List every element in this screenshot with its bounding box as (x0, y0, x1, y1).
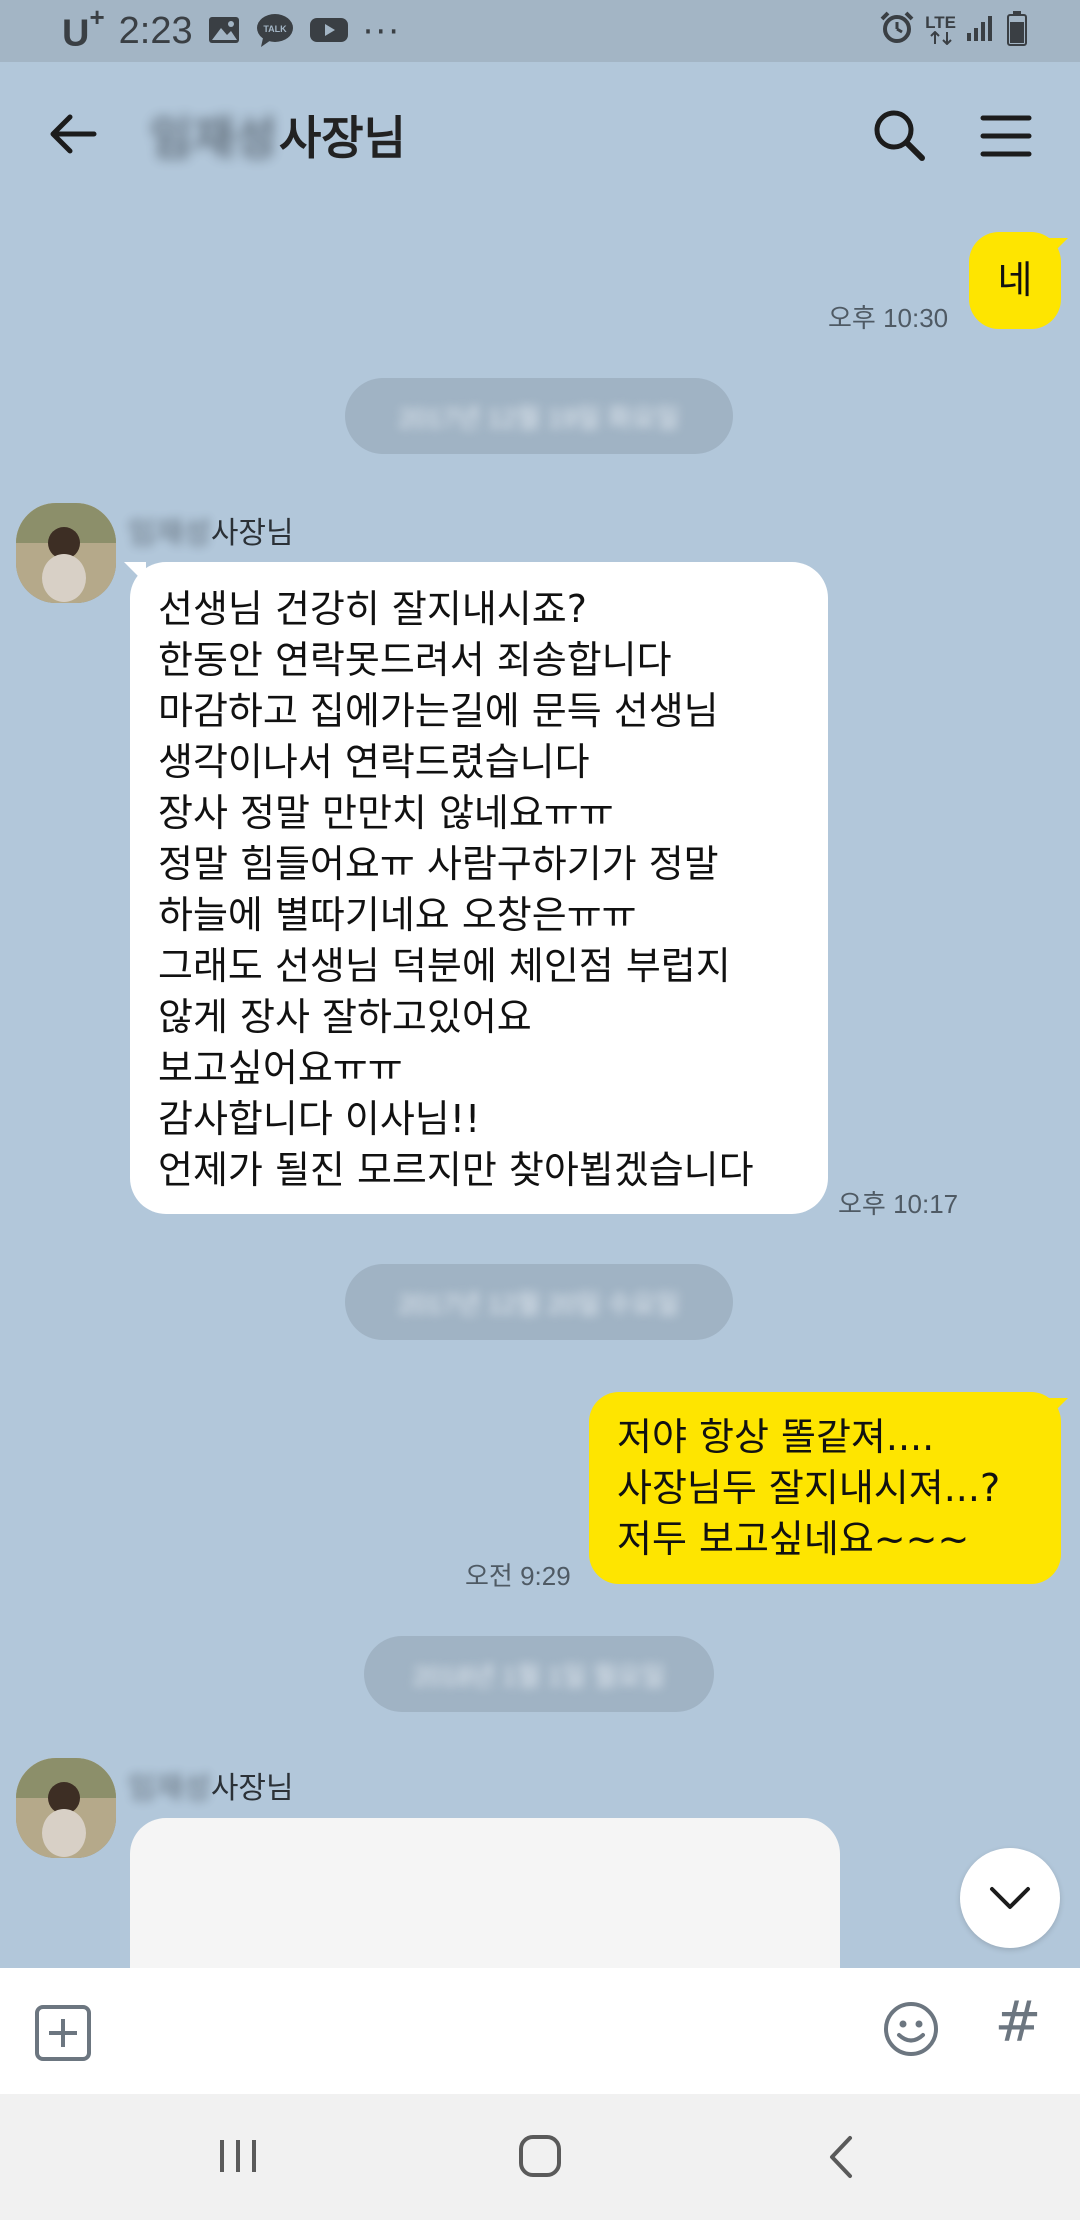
recent-apps-button[interactable] (216, 2136, 260, 2176)
recent-apps-icon (220, 2140, 256, 2172)
sender-name: 임재성 사장님 (128, 1763, 294, 1807)
search-icon (874, 110, 925, 161)
other-message-bubble[interactable]: 선생님 건강히 잘지내시죠? 한동안 연락못드려서 죄송합니다 마감하고 집에가… (130, 562, 828, 1214)
chat-title: 임재성 사장님 (150, 102, 406, 168)
avatar[interactable] (16, 1758, 116, 1858)
sender-hidden-name: 임재성 (128, 1771, 211, 1806)
date-divider: 2017년 12월 19일 화요일 (345, 378, 733, 454)
lte-icon: LTE (925, 14, 956, 45)
menu-icon (980, 115, 1032, 157)
status-left: U+ 2:23 TALK ··· (62, 2, 402, 56)
chat-title-hidden-name: 임재성 (150, 111, 277, 165)
status-bar: U+ 2:23 TALK ··· LTE (0, 0, 1080, 62)
chat-title-label: 사장님 (278, 111, 406, 165)
hashtag-button[interactable]: # (993, 1990, 1043, 2060)
scroll-to-bottom-button[interactable] (960, 1848, 1060, 1948)
message-input-bar: # (0, 1968, 1080, 2094)
battery-icon (1006, 10, 1028, 50)
date-divider: 2017년 12월 20일 수요일 (345, 1264, 733, 1340)
sender-name: 임재성 사장님 (128, 508, 294, 552)
alarm-icon (879, 10, 915, 50)
date-divider-label: 2017년 12월 19일 화요일 (398, 402, 680, 433)
back-button[interactable] (44, 104, 104, 164)
date-divider-label: 2017년 12월 20일 수요일 (398, 1288, 680, 1319)
status-time: 2:23 (118, 10, 193, 53)
menu-button[interactable] (980, 112, 1032, 160)
youtube-icon (309, 15, 349, 49)
sender-hidden-name: 임재성 (128, 516, 211, 551)
attach-button[interactable] (34, 2004, 92, 2062)
other-message-bubble[interactable] (130, 1818, 840, 1968)
home-icon (519, 2135, 561, 2177)
system-back-button[interactable] (826, 2134, 856, 2180)
image-icon (207, 15, 241, 49)
arrow-left-icon (50, 114, 97, 154)
signal-icon (966, 13, 996, 47)
date-divider: 2018년 1월 1일 월요일 (364, 1636, 714, 1712)
chevron-down-icon (990, 1887, 1030, 1909)
more-icon: ··· (362, 11, 402, 52)
my-bubble-tail (1046, 238, 1068, 260)
message-time: 오후 10:30 (828, 303, 949, 333)
my-bubble-tail (1046, 1398, 1068, 1420)
search-button[interactable] (870, 106, 928, 164)
status-right: LTE (879, 10, 1028, 50)
svg-text:TALK: TALK (263, 24, 287, 34)
avatar[interactable] (16, 503, 116, 603)
talk-icon: TALK (255, 12, 295, 52)
date-divider-label: 2018년 1월 1일 월요일 (413, 1660, 665, 1691)
system-nav-bar (0, 2094, 1080, 2220)
plus-square-icon (35, 2005, 91, 2061)
chat-header: 임재성 사장님 (0, 62, 1080, 212)
emoji-icon (884, 2002, 938, 2056)
my-message-bubble[interactable]: 저야 항상 똘같져.... 사장님두 잘지내시져...? 저두 보고싶네요~~~ (589, 1392, 1061, 1584)
carrier-label: U+ (62, 2, 105, 55)
sender-name-label: 사장님 (210, 1771, 294, 1806)
message-time: 오후 10:17 (838, 1189, 959, 1219)
home-button[interactable] (518, 2134, 562, 2178)
message-time: 오전 9:29 (465, 1561, 571, 1591)
back-icon (830, 2136, 852, 2178)
emoji-button[interactable] (882, 2000, 940, 2058)
sender-name-label: 사장님 (210, 516, 294, 551)
